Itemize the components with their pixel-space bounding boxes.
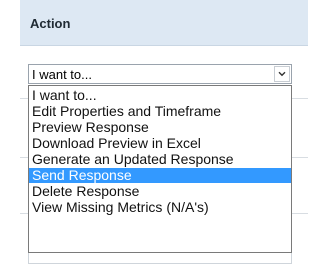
option-delete-response[interactable]: Delete Response bbox=[29, 184, 291, 199]
option-download-preview-in-excel[interactable]: Download Preview in Excel bbox=[29, 136, 291, 151]
option-send-response[interactable]: Send Response bbox=[29, 168, 291, 183]
action-dropdown-list: I want to... Edit Properties and Timefra… bbox=[28, 85, 292, 253]
action-panel: Action I want to... I want to... Edit Pr… bbox=[20, 0, 308, 264]
option-generate-an-updated-response[interactable]: Generate an Updated Response bbox=[29, 152, 291, 167]
dropdown-toggle-button[interactable] bbox=[274, 66, 290, 82]
option-i-want-to[interactable]: I want to... bbox=[29, 88, 291, 103]
option-edit-properties-and-timeframe[interactable]: Edit Properties and Timeframe bbox=[29, 104, 291, 119]
option-view-missing-metrics[interactable]: View Missing Metrics (N/A's) bbox=[29, 200, 291, 215]
action-select[interactable]: I want to... bbox=[28, 64, 292, 84]
selected-action: I want to... bbox=[32, 67, 92, 82]
option-preview-response[interactable]: Preview Response bbox=[29, 120, 291, 135]
action-header: Action bbox=[20, 0, 308, 46]
chevron-down-icon bbox=[278, 71, 286, 77]
action-title: Action bbox=[30, 16, 71, 31]
